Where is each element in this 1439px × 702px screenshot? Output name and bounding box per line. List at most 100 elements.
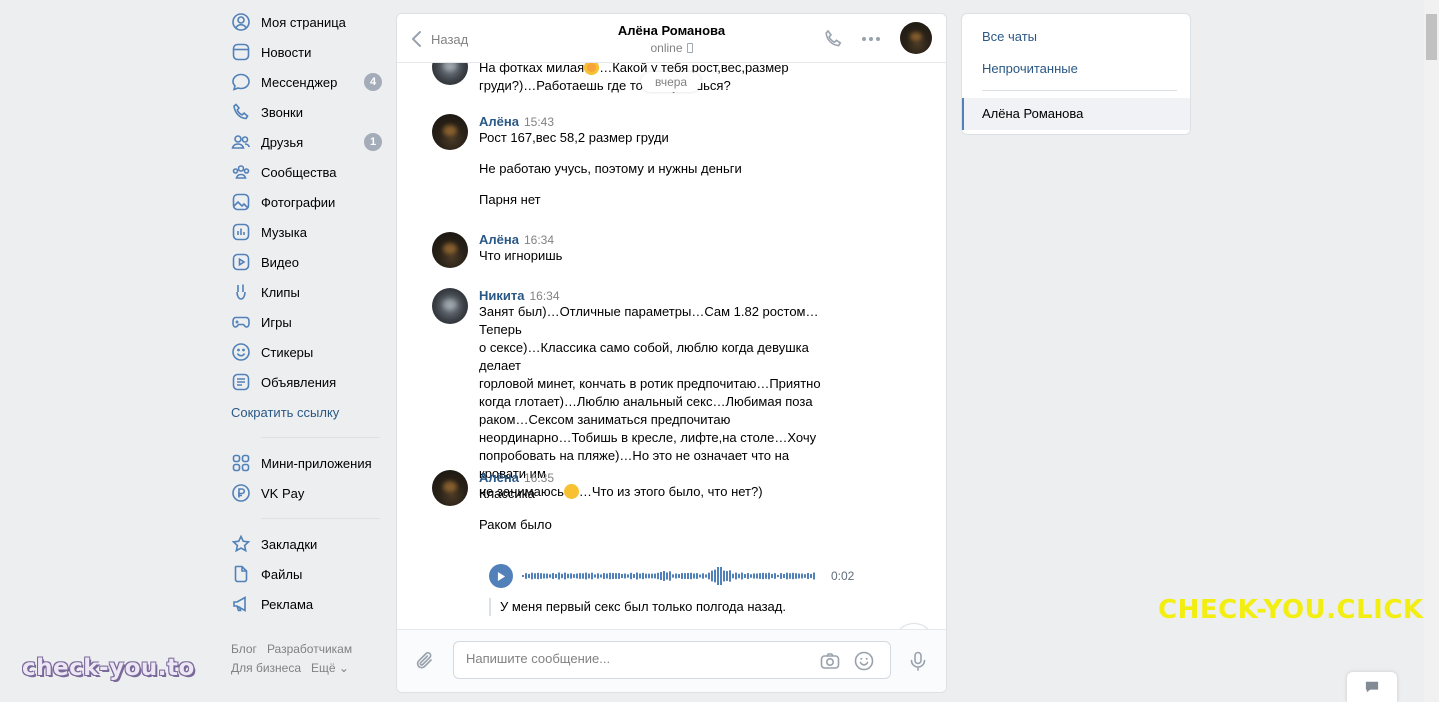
- more-actions-button[interactable]: [860, 28, 882, 50]
- nav-item-label: Закладки: [261, 536, 318, 552]
- scrollbar-down-arrow[interactable]: [1424, 690, 1439, 702]
- waveform-bar: [561, 573, 563, 579]
- waveform-bar: [696, 573, 698, 579]
- scrollbar-up-arrow[interactable]: [1424, 0, 1439, 14]
- message-time[interactable]: 15:43: [524, 115, 554, 129]
- avatar[interactable]: [432, 470, 468, 506]
- message-author[interactable]: Алёна: [479, 470, 519, 485]
- avatar[interactable]: [432, 288, 468, 324]
- message-author[interactable]: Никита: [479, 288, 524, 303]
- waveform-bar: [735, 572, 737, 580]
- message-input[interactable]: [466, 651, 786, 666]
- footer-business-link[interactable]: Для бизнеса: [231, 661, 301, 675]
- avatar[interactable]: [432, 114, 468, 150]
- friends-badge: 1: [364, 133, 382, 151]
- classifieds-icon: [231, 372, 251, 392]
- footer-links: Блог Разработчикам Для бизнеса Ещё ⌄: [231, 640, 391, 678]
- message-author[interactable]: Алёна: [479, 232, 519, 247]
- more-dots-icon: [862, 37, 880, 41]
- nav-item-calls[interactable]: Звонки: [231, 97, 386, 127]
- waveform-bar: [591, 572, 593, 580]
- nav-item-news[interactable]: Новости: [231, 37, 386, 67]
- vkpay-icon: [231, 483, 251, 503]
- footer-more-link[interactable]: Ещё ⌄: [311, 661, 349, 675]
- waveform-bar: [537, 572, 539, 580]
- message-time[interactable]: 16:34: [524, 233, 554, 247]
- waveform-bar: [648, 573, 650, 579]
- nav-item-music[interactable]: Музыка: [231, 217, 386, 247]
- call-button[interactable]: [822, 28, 844, 50]
- waveform-bar: [567, 573, 569, 579]
- footer-devs-link[interactable]: Разработчикам: [267, 642, 352, 656]
- nav-divider: [261, 437, 380, 438]
- nav-item-label: Мессенджер: [261, 74, 338, 90]
- message-item: Алёна 16:34 Что игноришь: [432, 232, 832, 268]
- waveform-bar: [639, 573, 641, 579]
- active-chat-item[interactable]: Алёна Романова: [962, 98, 1190, 130]
- scrollbar-thumb[interactable]: [1426, 14, 1437, 60]
- waveform-bar: [714, 569, 716, 583]
- waveform-bar: [558, 572, 560, 580]
- message-time[interactable]: 16:35: [524, 471, 554, 485]
- nav-item-vk-pay[interactable]: VK Pay: [231, 478, 386, 508]
- waveform-bar: [606, 573, 608, 579]
- waveform-bar: [624, 573, 626, 579]
- microphone-icon[interactable]: [907, 650, 929, 672]
- page-scrollbar[interactable]: [1424, 14, 1439, 702]
- avatar[interactable]: [432, 232, 468, 268]
- waveform-bar: [534, 573, 536, 579]
- nav-item-files[interactable]: Файлы: [231, 559, 386, 589]
- waveform-bar: [798, 573, 800, 579]
- waveform-bar: [720, 567, 722, 585]
- avatar[interactable]: [432, 63, 468, 85]
- waveform-bar: [579, 573, 581, 579]
- waveform-bar: [525, 573, 527, 579]
- waveform-bar: [693, 573, 695, 579]
- waveform-bar: [663, 571, 665, 581]
- waveform-bar: [741, 572, 743, 580]
- panel-divider: [982, 90, 1177, 91]
- unread-chats-link[interactable]: Непрочитанные: [982, 61, 1078, 76]
- message-author[interactable]: Алёна: [479, 114, 519, 129]
- nav-divider: [261, 518, 380, 519]
- user-icon: [231, 12, 251, 32]
- nav-item-messenger[interactable]: Мессенджер 4: [231, 67, 386, 97]
- date-divider: вчера: [641, 72, 702, 92]
- nav-item-ads[interactable]: Реклама: [231, 589, 386, 619]
- waveform-bar: [753, 573, 755, 579]
- watermark-left: check-you.to: [22, 655, 195, 681]
- nav-item-bookmarks[interactable]: Закладки: [231, 529, 386, 559]
- nav-item-photos[interactable]: Фотографии: [231, 187, 386, 217]
- waveform-bar: [708, 572, 710, 580]
- waveform-bar: [699, 574, 701, 578]
- nav-item-communities[interactable]: Сообщества: [231, 157, 386, 187]
- nav-item-my-page[interactable]: Моя страница: [231, 7, 386, 37]
- all-chats-link[interactable]: Все чаты: [982, 29, 1037, 44]
- waveform-bar: [615, 573, 617, 579]
- nav-item-clips[interactable]: Клипы: [231, 277, 386, 307]
- nav-item-mini-apps[interactable]: Мини-приложения: [231, 448, 386, 478]
- voice-waveform[interactable]: [521, 565, 817, 587]
- waveform-bar: [546, 573, 548, 579]
- peer-avatar[interactable]: [900, 22, 932, 54]
- nav-item-video[interactable]: Видео: [231, 247, 386, 277]
- video-icon: [231, 252, 251, 272]
- nav-item-classifieds[interactable]: Объявления: [231, 367, 386, 397]
- message-text: Не работаю учусь, поэтому и нужны деньги: [479, 161, 742, 176]
- shorten-link[interactable]: Сократить ссылку: [231, 397, 386, 427]
- nav-item-friends[interactable]: Друзья 1: [231, 127, 386, 157]
- message-time[interactable]: 16:34: [529, 289, 559, 303]
- waveform-bar: [732, 573, 734, 579]
- paperclip-icon[interactable]: [415, 650, 437, 672]
- nav-item-stickers[interactable]: Стикеры: [231, 337, 386, 367]
- camera-icon[interactable]: [819, 650, 841, 672]
- waveform-bar: [726, 571, 728, 581]
- chat-widget-button[interactable]: [1347, 672, 1397, 702]
- play-button[interactable]: [489, 564, 513, 588]
- footer-blog-link[interactable]: Блог: [231, 642, 257, 656]
- waveform-bar: [723, 570, 725, 582]
- nav-item-games[interactable]: Игры: [231, 307, 386, 337]
- emoji-icon[interactable]: [853, 650, 875, 672]
- newsfeed-icon: [231, 42, 251, 62]
- message-history[interactable]: вчера На фотках милая …Какой у тебя рост,…: [397, 63, 946, 631]
